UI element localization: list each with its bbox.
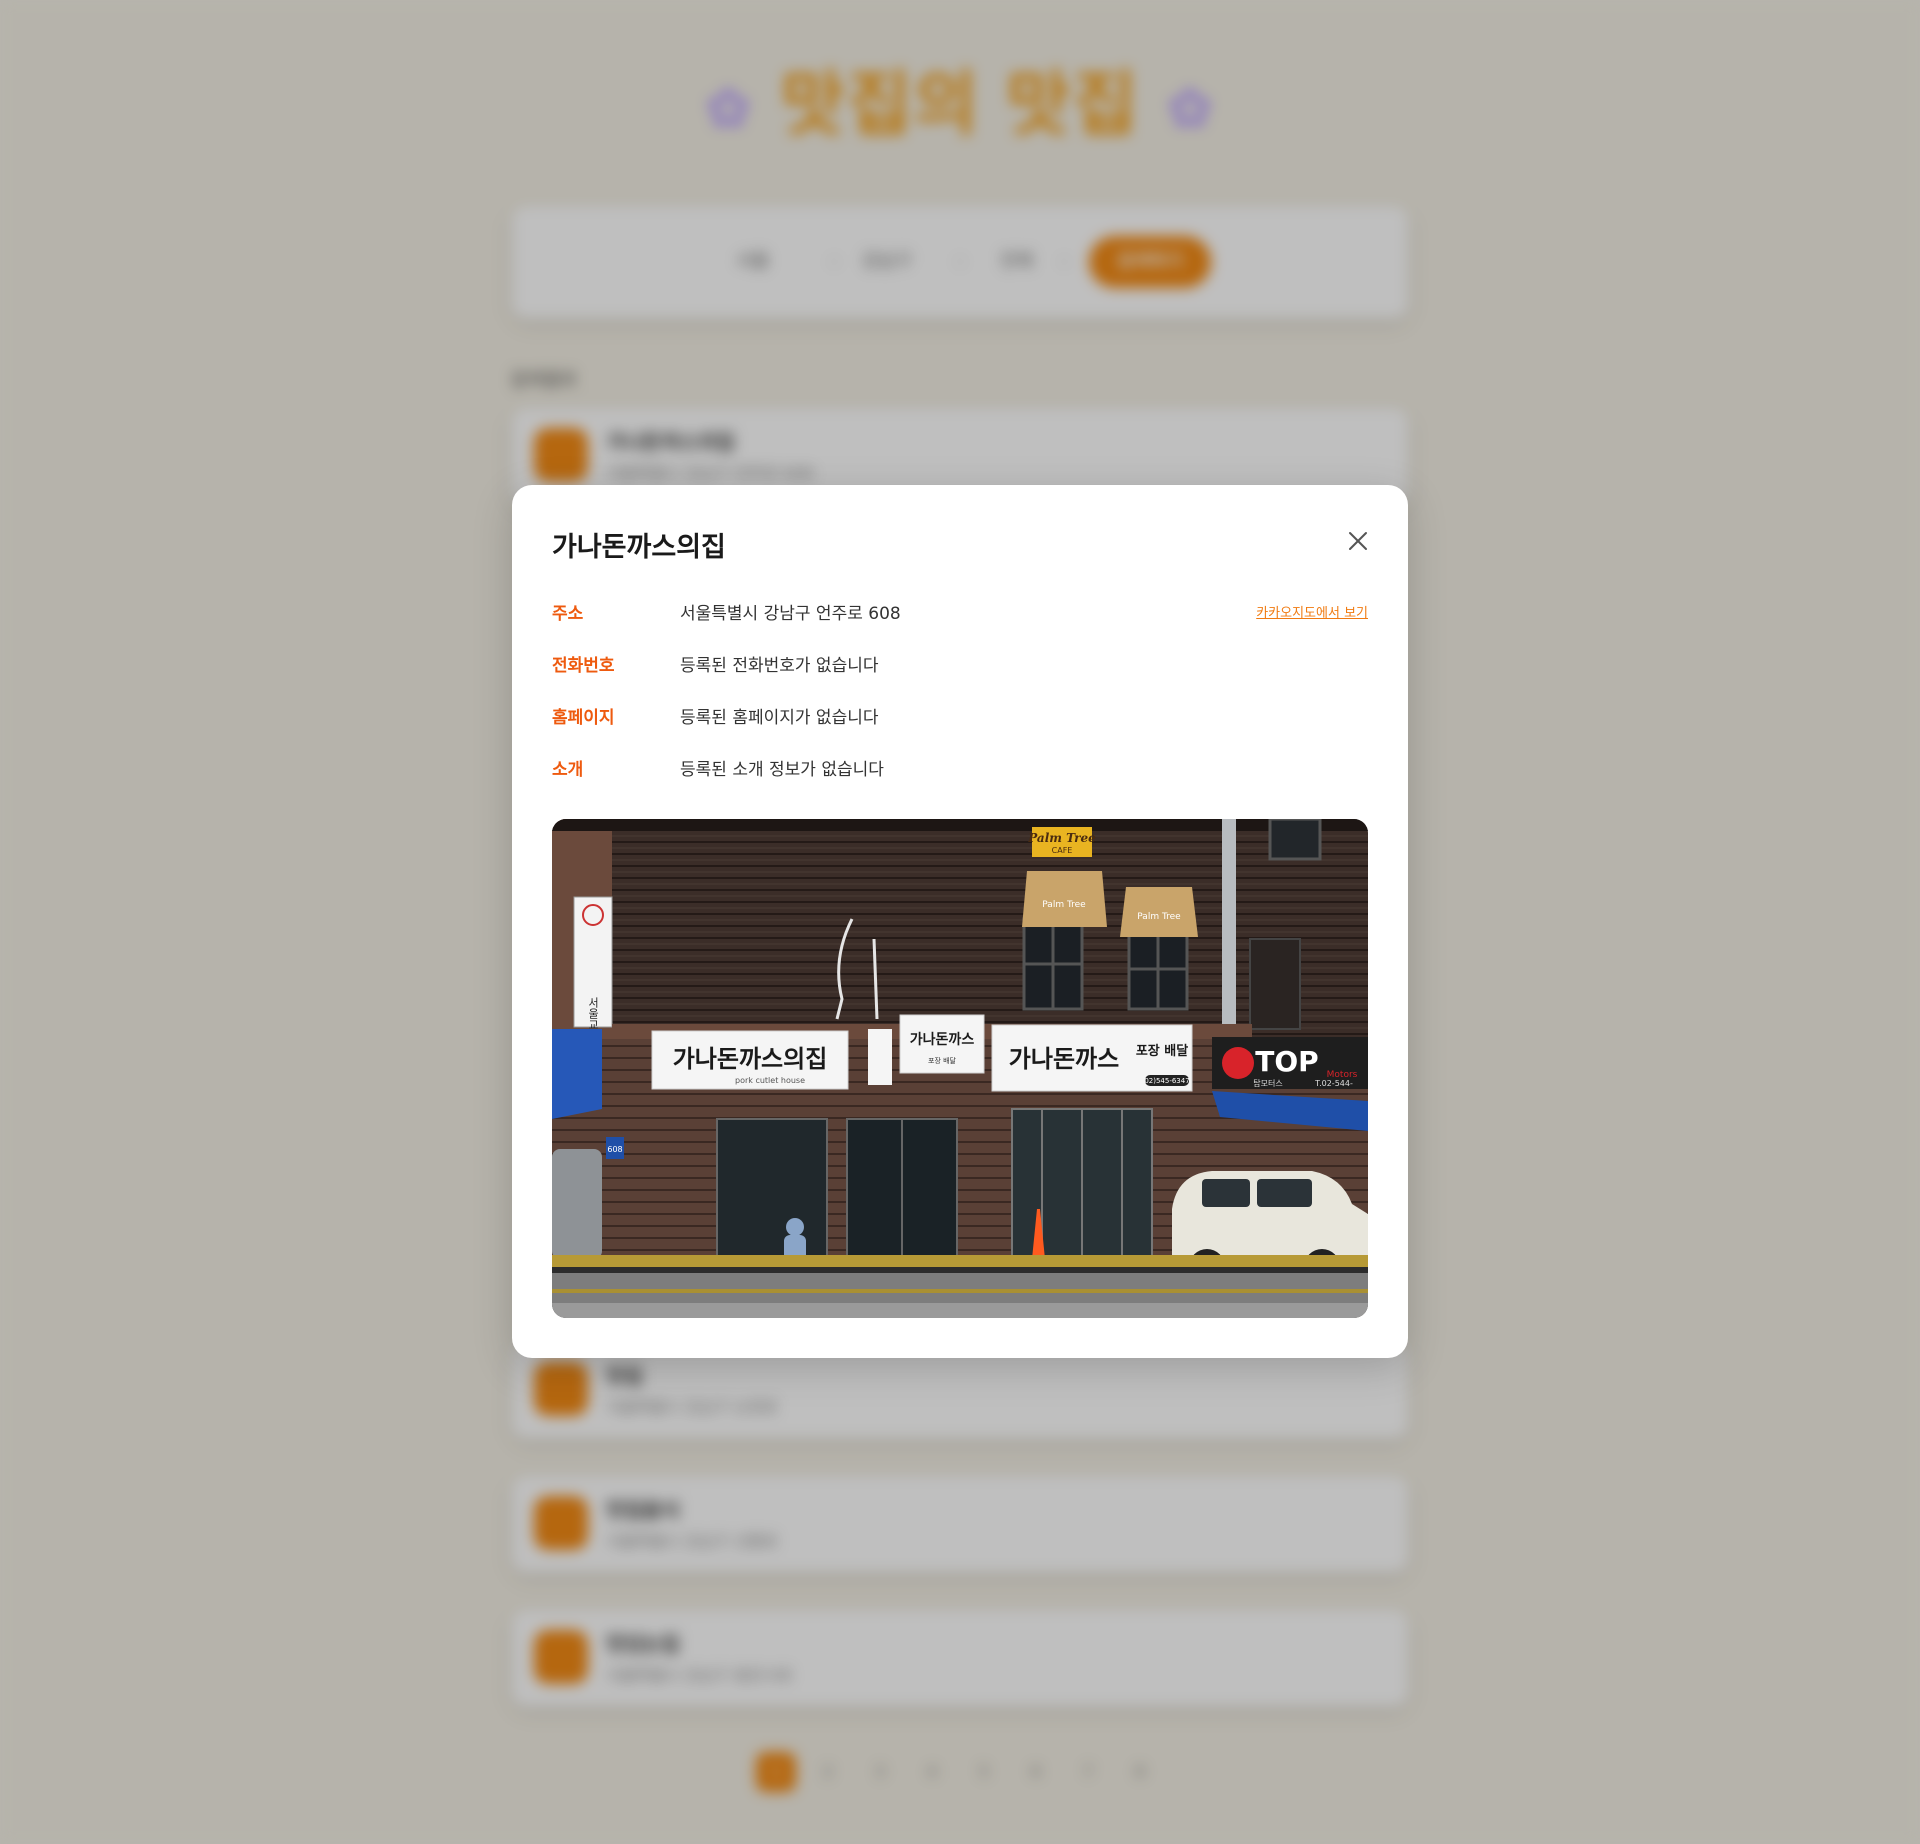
cafe-sign-text: Palm Tree [1027, 831, 1096, 845]
phone-value: 등록된 전화번호가 없습니다 [680, 656, 879, 676]
close-button[interactable] [1344, 527, 1372, 555]
homepage-label: 홈페이지 [552, 708, 615, 728]
address-value: 서울특별시 강남구 언주로 608 [680, 604, 901, 624]
top-sign-kr: 탑모터스 [1253, 1079, 1282, 1088]
awning-text: Palm Tree [1137, 912, 1181, 922]
intro-row: 소개 등록된 소개 정보가 없습니다 [552, 755, 1368, 785]
signboard-main-text: 가나돈까스의집 [673, 1044, 828, 1073]
homepage-row: 홈페이지 등록된 홈페이지가 없습니다 [552, 703, 1368, 733]
phone-label: 전화번호 [552, 656, 615, 676]
cafe-sign-sub: CAFE [1052, 846, 1073, 855]
top-sign-text: TOP [1255, 1045, 1318, 1078]
kakao-map-link[interactable]: 카카오지도에서 보기 [1256, 599, 1368, 629]
intro-value: 등록된 소개 정보가 없습니다 [680, 760, 884, 780]
restaurant-detail-modal: 가나돈까스의집 주소 서울특별시 강남구 언주로 608 카카오지도에서 보기 … [512, 485, 1408, 1358]
phone-row: 전화번호 등록된 전화번호가 없습니다 [552, 651, 1368, 681]
signboard-sub-text: pork cutlet house [735, 1076, 805, 1085]
takeout-text: 포장 배달 [1136, 1043, 1188, 1059]
restaurant-photo: Palm Tree Palm Tree Palm Tree CAFE 서울교회 … [552, 819, 1368, 1318]
middle-signboard-sub: 포장 배달 [928, 1056, 957, 1065]
top-sign-phone: T.02-544- [1314, 1079, 1353, 1088]
signboard-phone: 02)545-6347 [1144, 1077, 1189, 1085]
homepage-value: 등록된 홈페이지가 없습니다 [680, 708, 879, 728]
right-signboard-text: 가나돈까스 [1009, 1044, 1119, 1073]
modal-title: 가나돈까스의집 [552, 532, 726, 563]
address-label: 주소 [552, 604, 584, 624]
building-number: 608 [607, 1145, 622, 1154]
middle-signboard-text: 가나돈까스 [910, 1032, 975, 1048]
address-row: 주소 서울특별시 강남구 언주로 608 카카오지도에서 보기 [552, 599, 1368, 629]
close-icon [1349, 532, 1367, 550]
intro-label: 소개 [552, 760, 584, 780]
awning-text: Palm Tree [1042, 900, 1086, 910]
